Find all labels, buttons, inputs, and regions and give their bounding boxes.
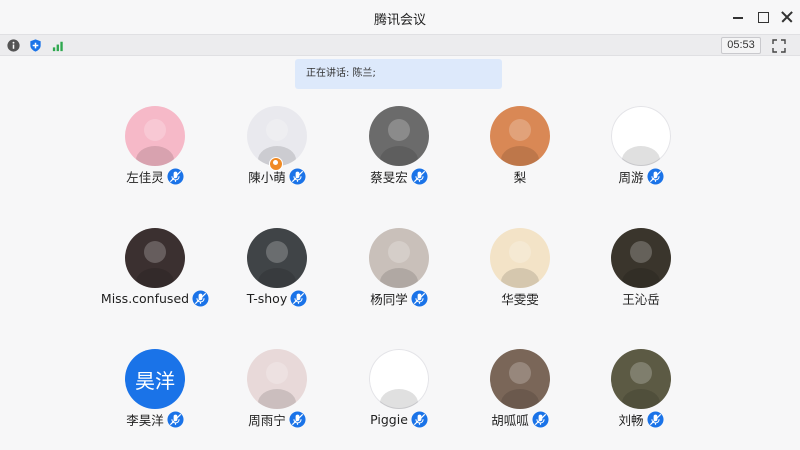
network-signal-icon[interactable] xyxy=(51,38,66,53)
participant-name: 周雨宁 xyxy=(248,412,286,428)
participant-avatar xyxy=(247,349,307,409)
participant-name-row: 左佳灵 xyxy=(95,166,215,186)
title-bar: 腾讯会议 xyxy=(0,0,800,34)
participant-name-row: 华雯雯 xyxy=(460,288,580,308)
speaking-indicator: 正在讲话: 陈兰; xyxy=(295,59,502,89)
participant-name: 华雯雯 xyxy=(501,291,539,307)
microphone-icon[interactable] xyxy=(646,410,664,428)
participant-name-row: T-shoy xyxy=(217,288,337,308)
participant-tile[interactable]: 刘畅 xyxy=(581,349,701,439)
participant-tile[interactable]: 王沁岳 xyxy=(581,228,701,318)
participant-name: 李昊洋 xyxy=(126,412,164,428)
microphone-icon[interactable] xyxy=(289,167,306,185)
close-button[interactable] xyxy=(777,7,797,27)
participant-name: 杨同学 xyxy=(370,291,408,307)
participant-name-row: 李昊洋 xyxy=(95,409,215,429)
participant-avatar xyxy=(369,228,429,288)
participant-avatar xyxy=(369,349,429,409)
participant-tile[interactable]: Piggie xyxy=(339,349,459,439)
microphone-icon[interactable] xyxy=(646,167,664,185)
participant-name-row: Piggie xyxy=(339,409,459,429)
participant-tile[interactable]: 昊洋李昊洋 xyxy=(95,349,215,439)
participant-name: 王沁岳 xyxy=(622,291,660,307)
participant-tile[interactable]: 蔡旻宏 xyxy=(339,106,459,196)
participant-name-row: 周游 xyxy=(581,166,701,186)
participant-name-row: Miss.confused xyxy=(95,288,215,308)
participant-name-row: 杨同学 xyxy=(339,288,459,308)
participant-avatar xyxy=(247,228,307,288)
microphone-icon[interactable] xyxy=(167,410,184,428)
microphone-icon[interactable] xyxy=(167,167,184,185)
participant-name-row: 陳小萌 xyxy=(217,166,337,186)
participant-name: Piggie xyxy=(370,411,408,427)
participant-name: 胡呱呱 xyxy=(491,412,529,428)
meeting-toolbar: 05:53 xyxy=(0,34,800,56)
participant-name-row: 蔡旻宏 xyxy=(339,166,459,186)
participant-tile[interactable]: Miss.confused xyxy=(95,228,215,318)
avatar-initials: 昊洋 xyxy=(135,368,175,393)
minimize-button[interactable] xyxy=(728,7,748,27)
participant-name: T-shoy xyxy=(246,290,288,306)
microphone-icon[interactable] xyxy=(411,289,428,307)
participant-avatar xyxy=(369,106,429,166)
security-shield-icon[interactable] xyxy=(28,38,43,53)
participant-tile[interactable]: 杨同学 xyxy=(339,228,459,318)
microphone-icon[interactable] xyxy=(192,289,209,307)
microphone-icon[interactable] xyxy=(411,410,428,428)
participant-avatar xyxy=(490,106,550,166)
microphone-icon[interactable] xyxy=(532,410,549,428)
participant-name: Miss.confused xyxy=(100,290,190,306)
maximize-button[interactable] xyxy=(753,7,773,27)
participant-name: 周游 xyxy=(618,169,644,185)
participant-tile[interactable]: 梨 xyxy=(460,106,580,196)
participant-name: 左佳灵 xyxy=(126,169,164,185)
participant-avatar: 昊洋 xyxy=(125,349,185,409)
participant-tile[interactable]: 华雯雯 xyxy=(460,228,580,318)
microphone-icon[interactable] xyxy=(290,289,307,307)
microphone-icon[interactable] xyxy=(289,410,306,428)
participant-tile[interactable]: T-shoy xyxy=(217,228,337,318)
participant-name-row: 刘畅 xyxy=(581,409,701,429)
window-title: 腾讯会议 xyxy=(373,13,426,28)
participant-avatar xyxy=(490,349,550,409)
participant-name-row: 周雨宁 xyxy=(217,409,337,429)
microphone-icon[interactable] xyxy=(411,167,428,185)
participant-tile[interactable]: 胡呱呱 xyxy=(460,349,580,439)
info-icon[interactable] xyxy=(6,38,21,53)
participant-name-row: 胡呱呱 xyxy=(460,409,580,429)
participant-name-row: 梨 xyxy=(460,166,580,186)
participant-name: 陳小萌 xyxy=(248,169,286,185)
participant-tile[interactable]: 左佳灵 xyxy=(95,106,215,196)
fullscreen-icon[interactable] xyxy=(771,38,787,54)
participant-avatar xyxy=(611,106,671,166)
participant-tile[interactable]: 周游 xyxy=(581,106,701,196)
participant-name-row: 王沁岳 xyxy=(581,288,701,308)
meeting-timer: 05:53 xyxy=(721,37,761,54)
participant-avatar xyxy=(125,106,185,166)
participant-tile[interactable]: 周雨宁 xyxy=(217,349,337,439)
participant-tile[interactable]: 陳小萌 xyxy=(217,106,337,196)
participant-avatar xyxy=(490,228,550,288)
participant-name: 蔡旻宏 xyxy=(370,169,408,185)
participant-name: 梨 xyxy=(513,169,527,185)
participant-name: 刘畅 xyxy=(618,412,644,428)
participant-avatar xyxy=(611,349,671,409)
participant-avatar xyxy=(125,228,185,288)
participant-avatar xyxy=(611,228,671,288)
